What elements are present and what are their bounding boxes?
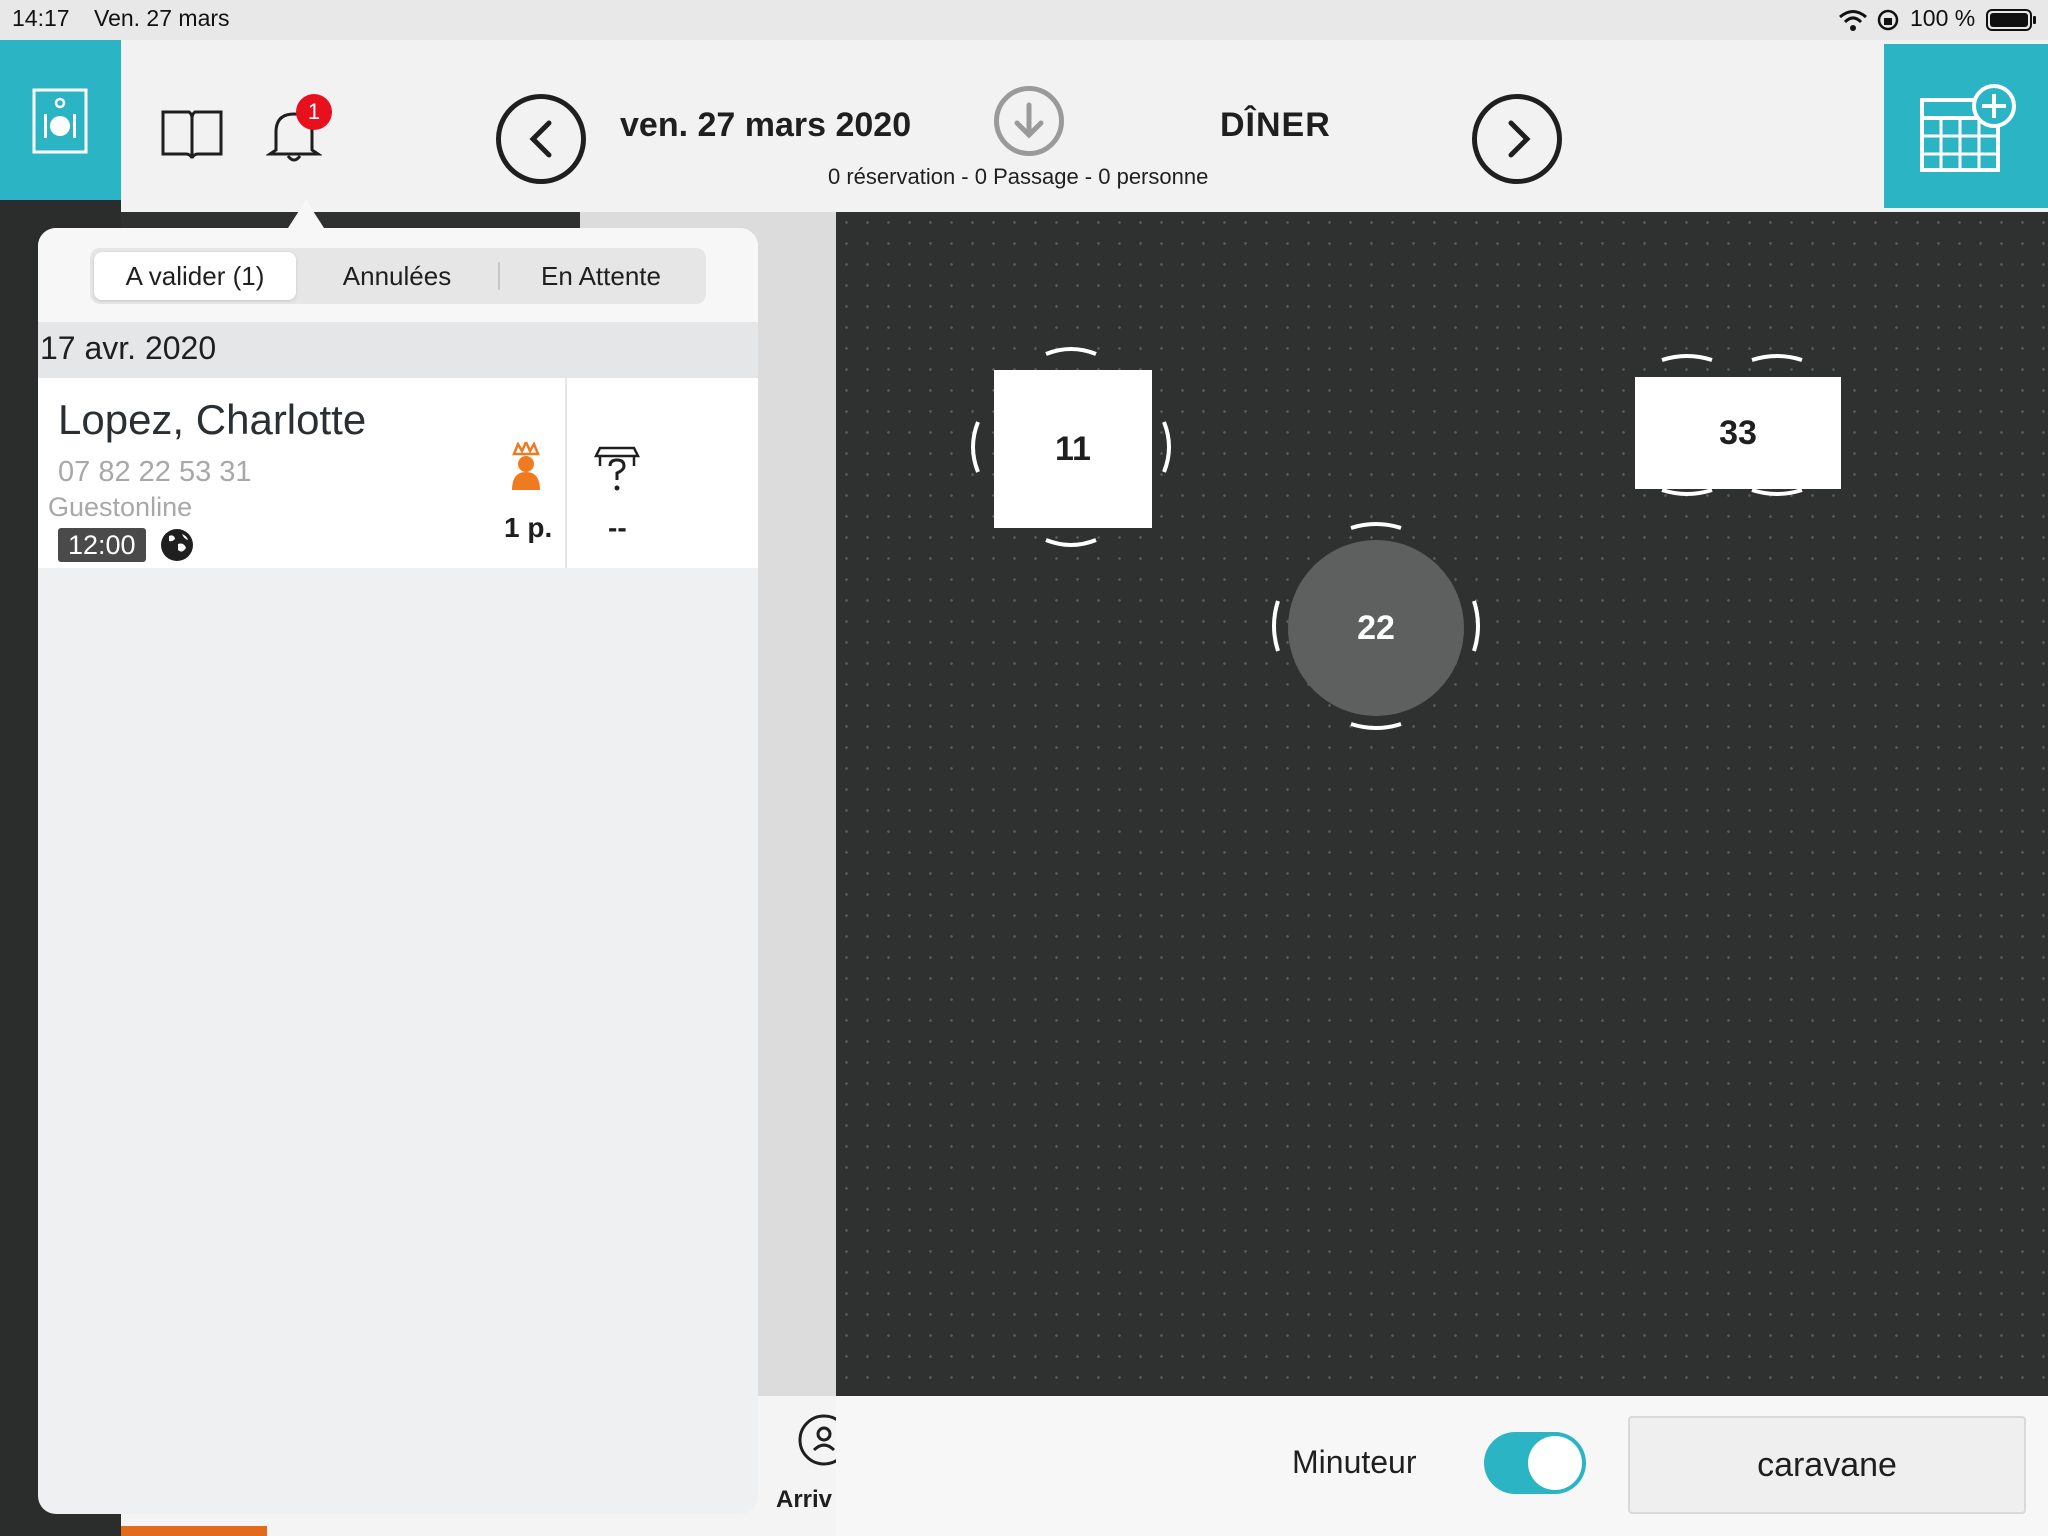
active-tab-indicator [121, 1526, 267, 1536]
globe-icon [161, 529, 193, 561]
next-day-button[interactable] [1472, 94, 1562, 184]
download-icon [1014, 102, 1044, 139]
service-summary: 0 réservation - 0 Passage - 0 personne [828, 164, 1209, 189]
chevron-left-icon [529, 120, 552, 158]
guest-name: Lopez, Charlotte [58, 396, 367, 443]
guest-phone: 07 82 22 53 31 [58, 456, 252, 488]
table-22[interactable]: 22 [1288, 540, 1464, 716]
room-selector-button[interactable]: caravane [1628, 1416, 2026, 1514]
notifications-popover: A valider (1) Annulées En Attente 17 avr… [38, 228, 758, 1514]
party-size: 1 p. [504, 512, 553, 543]
notification-badge: 1 [296, 94, 332, 130]
status-time: 14:17 [12, 5, 70, 31]
timer-label: Minuteur [1292, 1444, 1417, 1480]
status-segmented-control: A valider (1) Annulées En Attente [90, 248, 706, 304]
wifi-icon [1839, 10, 1867, 31]
battery-percent: 100 % [1910, 5, 1976, 31]
arrival-tab-label[interactable]: Arriv [776, 1486, 832, 1514]
person-icon[interactable] [796, 1412, 840, 1468]
table-11[interactable]: 11 [994, 370, 1152, 528]
vip-guest-icon [512, 442, 540, 490]
chevron-right-icon [1508, 120, 1531, 158]
timer-toggle-knob [1528, 1436, 1582, 1490]
reservation-time-badge: 12:00 [58, 528, 146, 562]
calendar-add-icon [1920, 84, 2016, 172]
status-bar: 14:17 Ven. 27 mars 100 % [0, 0, 2048, 40]
reservation-source: Guestonline [48, 492, 193, 522]
restaurant-logo-icon [32, 88, 88, 154]
tab-to-validate[interactable]: A valider (1) [94, 252, 296, 300]
tab-cancelled[interactable]: Annulées [296, 252, 498, 300]
current-date[interactable]: ven. 27 mars 2020 [620, 106, 911, 145]
popover-arrow [288, 200, 324, 228]
restaurant-logo-button[interactable] [0, 40, 121, 200]
previous-day-button[interactable] [496, 94, 586, 184]
popover-tabs-bar: A valider (1) Annulées En Attente [38, 228, 758, 322]
orientation-lock-icon [1877, 9, 1899, 31]
timer-toggle[interactable] [1484, 1432, 1586, 1494]
floor-plan[interactable]: 11 33 22 [836, 212, 2048, 1396]
battery-icon [1986, 9, 2036, 31]
reservation-row[interactable]: Lopez, Charlotte 07 82 22 53 31 Guestonl… [38, 378, 758, 568]
service-name[interactable]: DÎNER [1220, 106, 1331, 145]
status-date: Ven. 27 mars [94, 5, 230, 31]
row-divider [565, 378, 567, 568]
tab-waiting[interactable]: En Attente [500, 252, 702, 300]
assigned-table: -- [608, 512, 627, 543]
table-33[interactable]: 33 [1635, 377, 1841, 489]
unassigned-table-icon [594, 446, 640, 491]
notifications-button[interactable]: 1 [266, 94, 332, 166]
download-button[interactable] [994, 86, 1064, 156]
add-reservation-button[interactable] [1884, 44, 2048, 208]
book-icon[interactable] [160, 106, 224, 162]
section-date-header: 17 avr. 2020 [38, 322, 758, 378]
